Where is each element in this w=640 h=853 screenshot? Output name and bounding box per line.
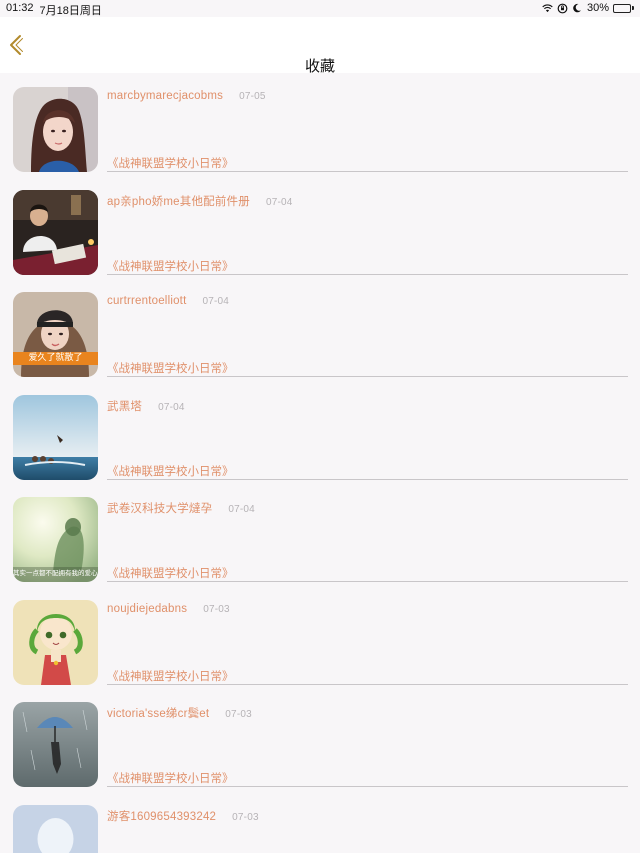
username: noujdiejedabns 07-03	[107, 602, 230, 615]
avatar[interactable]	[13, 702, 98, 787]
username: 游客1609654393242 07-03	[107, 810, 259, 823]
battery-icon	[613, 3, 634, 13]
wifi-icon	[542, 3, 553, 14]
date: 07-04	[228, 504, 255, 515]
date: 07-03	[203, 603, 230, 615]
avatar[interactable]	[13, 394, 98, 480]
divider	[107, 683, 628, 685]
divider	[107, 478, 628, 480]
divider	[107, 581, 628, 582]
status-bar: 01:32 7月18日周日 30%	[0, 0, 640, 17]
username: 武卷汉科技大学燵孕 07-04	[107, 503, 255, 515]
date: 07-04	[158, 401, 185, 413]
date: 07-03	[225, 709, 252, 720]
status-date: 7月18日周日	[39, 5, 102, 17]
date: 07-04	[265, 196, 293, 208]
list-item[interactable]: ap亲pho娇me其他配前件册 07-04 《战神联盟学校小日常》	[0, 176, 640, 279]
book-title[interactable]: 《战神联盟学校小日常》	[107, 770, 234, 786]
status-time: 01:32	[6, 2, 34, 14]
username: victoria'sse绨cr鬓et 07-03	[107, 708, 252, 720]
list-item[interactable]: 其实一点都不配拥有我的爱心 武卷汉科技大学燵孕 07-04 《战神联盟学校小日常》	[0, 483, 640, 586]
battery-percent: 30%	[586, 2, 609, 14]
date: 07-05	[239, 91, 266, 102]
avatar[interactable]	[13, 87, 98, 172]
username: curtrrentoelliott 07-04	[107, 295, 230, 307]
avatar[interactable]	[13, 189, 98, 275]
navigation-bar: 收藏	[0, 17, 640, 75]
back-button[interactable]	[6, 33, 26, 57]
book-title[interactable]: 《战神联盟学校小日常》	[107, 258, 234, 274]
date: 07-04	[202, 296, 230, 307]
book-title[interactable]: 《战神联盟学校小日常》	[107, 463, 234, 479]
book-title[interactable]: 《战神联盟学校小日常》	[107, 668, 234, 684]
divider	[107, 273, 628, 275]
divider	[107, 376, 628, 377]
list-item[interactable]: 武黑塔 07-04 《战神联盟学校小日常》	[0, 381, 640, 484]
divider	[107, 171, 628, 172]
book-title[interactable]: 《战神联盟学校小日常》	[107, 155, 234, 171]
book-title[interactable]: 《战神联盟学校小日常》	[107, 360, 234, 376]
list-item[interactable]: noujdiejedabns 07-03 《战神联盟学校小日常》	[0, 586, 640, 689]
moon-icon	[572, 3, 583, 14]
avatar[interactable]	[13, 804, 98, 853]
username: ap亲pho娇me其他配前件册 07-04	[107, 195, 293, 208]
avatar-caption: 其实一点都不配拥有我的爱心	[13, 569, 98, 577]
list-item[interactable]: victoria'sse绨cr鬓et 07-03 《战神联盟学校小日常》	[0, 688, 640, 791]
book-title[interactable]: 《战神联盟学校小日常》	[107, 565, 234, 581]
avatar[interactable]: 爱久了就散了	[13, 292, 98, 377]
avatar[interactable]: 其实一点都不配拥有我的爱心	[13, 497, 98, 582]
list-item[interactable]: 爱久了就散了 curtrrentoelliott 07-04 《战神联盟学校小日常…	[0, 278, 640, 381]
avatar-caption: 爱久了就散了	[28, 353, 83, 363]
username: 武黑塔 07-04	[107, 400, 185, 413]
date: 07-03	[232, 811, 259, 823]
list-item[interactable]: 游客1609654393242 07-03	[0, 791, 640, 853]
list-item[interactable]: marcbymarecjacobms 07-05 《战神联盟学校小日常》	[0, 73, 640, 176]
avatar[interactable]	[13, 599, 98, 685]
username: marcbymarecjacobms 07-05	[107, 90, 266, 102]
divider	[107, 786, 628, 787]
favorites-list: marcbymarecjacobms 07-05 《战神联盟学校小日常》 ap亲p…	[0, 73, 640, 853]
orientation-lock-icon	[557, 3, 568, 14]
chevron-left-icon	[10, 35, 23, 55]
